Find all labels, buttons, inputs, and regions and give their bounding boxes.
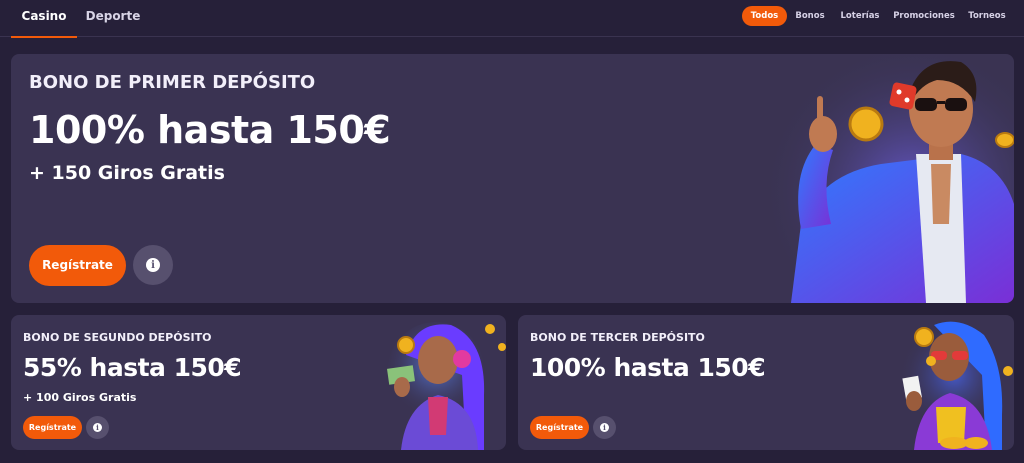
promo-label: BONO DE PRIMER DEPÓSITO <box>29 72 316 93</box>
info-button[interactable]: i <box>86 416 109 439</box>
register-button[interactable]: Regístrate <box>29 245 126 286</box>
top-nav: Casino Deporte Todos Bonos Loterías Prom… <box>0 0 1024 38</box>
filter-promociones[interactable]: Promociones <box>892 6 956 26</box>
promo-headline: 55% hasta 150€ <box>23 353 242 382</box>
info-button[interactable]: i <box>593 416 616 439</box>
info-icon: i <box>600 423 609 432</box>
woman-with-headphones-illustration <box>387 322 506 450</box>
filter-bonos[interactable]: Bonos <box>792 6 828 26</box>
promo-card-third-deposit: BONO DE TERCER DEPÓSITO 100% hasta 150€ … <box>518 315 1014 450</box>
woman-with-sunglasses-illustration <box>899 321 1013 450</box>
register-button[interactable]: Regístrate <box>530 416 589 439</box>
filter-todos[interactable]: Todos <box>742 6 787 26</box>
info-icon: i <box>146 258 160 272</box>
promo-subtitle: + 150 Giros Gratis <box>29 162 225 184</box>
filter-torneos[interactable]: Torneos <box>964 6 1010 26</box>
promo-headline: 100% hasta 150€ <box>530 353 766 382</box>
info-icon: i <box>93 423 102 432</box>
filter-loterias[interactable]: Loterías <box>838 6 882 26</box>
promo-subtitle: + 100 Giros Gratis <box>23 391 137 404</box>
tab-deporte[interactable]: Deporte <box>82 0 144 37</box>
promo-card-first-deposit: BONO DE PRIMER DEPÓSITO 100% hasta 150€ … <box>11 54 1014 303</box>
promo-label: BONO DE TERCER DEPÓSITO <box>530 331 705 344</box>
info-button[interactable]: i <box>133 245 173 285</box>
promo-label: BONO DE SEGUNDO DEPÓSITO <box>23 331 212 344</box>
tab-casino[interactable]: Casino <box>11 0 77 38</box>
register-button[interactable]: Regístrate <box>23 416 82 439</box>
promo-headline: 100% hasta 150€ <box>29 108 391 152</box>
man-in-suit-illustration <box>761 54 1014 303</box>
promo-card-second-deposit: BONO DE SEGUNDO DEPÓSITO 55% hasta 150€ … <box>11 315 506 450</box>
